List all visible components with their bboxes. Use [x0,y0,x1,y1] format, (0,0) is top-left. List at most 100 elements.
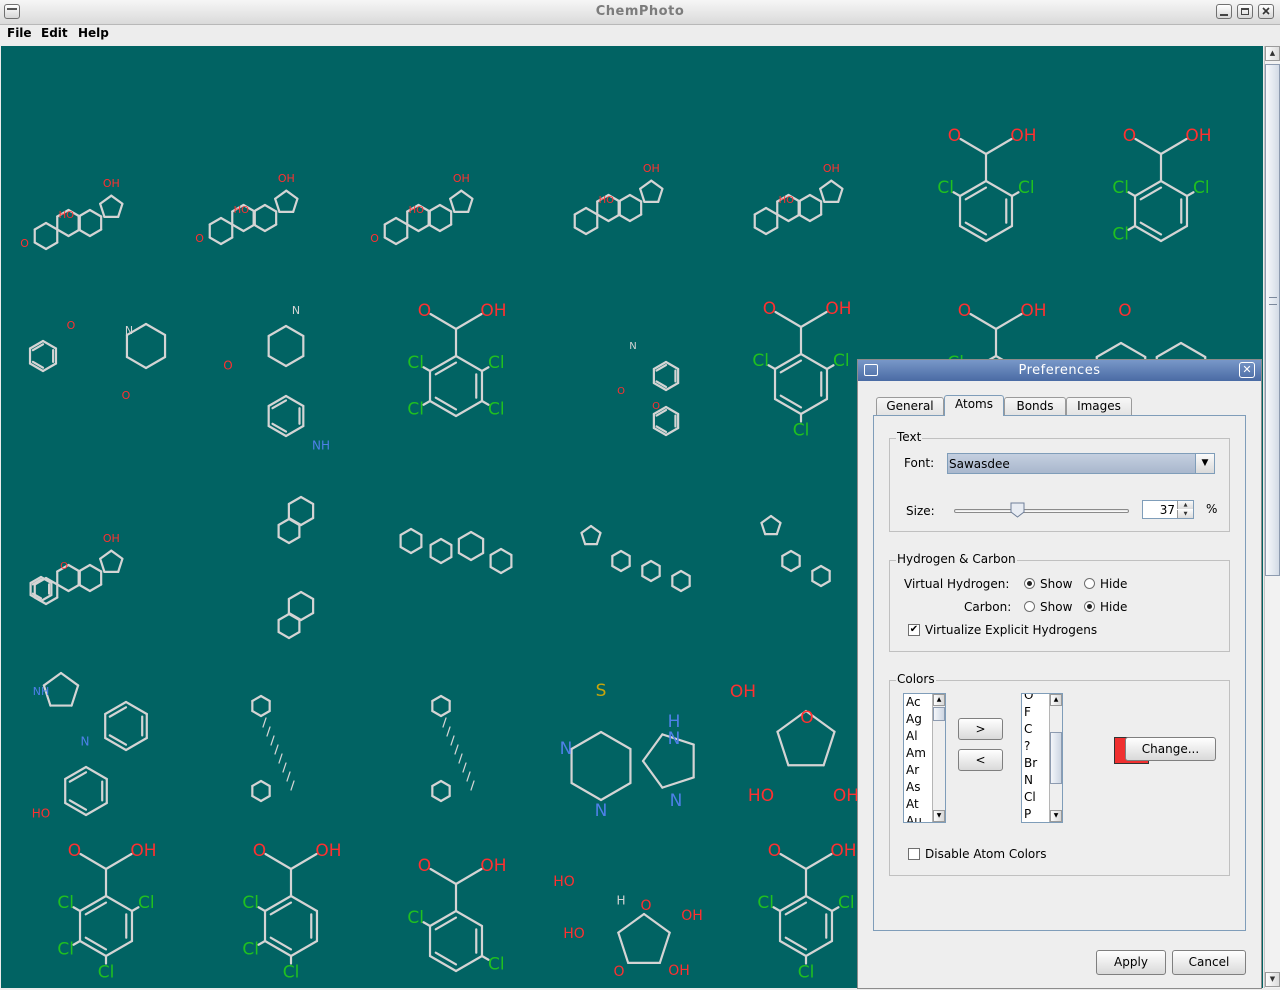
bond-line [778,894,808,913]
bond-line [117,202,124,218]
main-vertical-scrollbar[interactable]: ▲ ▼ [1264,46,1280,988]
bond-line [284,394,305,408]
atom-label: H [616,894,625,908]
bond-line [753,206,768,216]
scroll-down-arrow-icon[interactable]: ▼ [1265,972,1280,987]
list-item[interactable]: Ar [906,762,919,779]
list-item[interactable]: Ac [906,694,921,711]
bond-line [819,179,833,190]
size-slider-track[interactable] [954,509,1129,513]
bond-line [969,312,998,331]
menu-file[interactable]: File [5,26,34,40]
dialog-close-icon[interactable]: ✕ [1239,362,1255,378]
bond-line [679,584,691,593]
scroll-up-arrow-icon[interactable]: ▲ [1050,694,1062,706]
bond-line [837,187,844,203]
bond-line [434,361,458,376]
scroll-down-arrow-icon[interactable]: ▼ [933,810,945,822]
disable-atom-colors-checkbox[interactable] [908,848,920,860]
list-item[interactable]: Br [1024,755,1037,772]
bond-line [470,780,475,791]
scroll-thumb[interactable] [1050,732,1062,784]
bond-line [67,583,81,593]
menu-edit[interactable]: Edit [39,26,70,40]
list-item[interactable]: At [906,796,919,813]
tab-atoms[interactable]: Atoms [944,395,1004,416]
apply-button[interactable]: Apply [1096,950,1166,975]
scroll-up-arrow-icon[interactable]: ▲ [933,694,945,706]
bond-line [99,557,106,573]
atom-label: HO [409,205,425,216]
scroll-up-arrow-icon[interactable]: ▲ [1265,46,1280,61]
bond-line [460,189,474,200]
bond-line [78,939,108,958]
bond-line [596,213,610,223]
list-item[interactable]: F [1024,704,1031,721]
size-slider-thumb[interactable] [1010,502,1025,518]
font-dropdown[interactable]: Sawasdee ▼ [947,453,1215,474]
available-elements-list[interactable]: Ac Ag Al Am Ar As At Au ▲ ▼ [903,693,946,823]
list-item[interactable]: Am [906,745,926,762]
virtual-hydrogen-show-radio[interactable] [1024,578,1035,589]
atom-label: O [418,856,431,876]
bond-line [251,694,263,703]
scroll-down-arrow-icon[interactable]: ▼ [1050,810,1062,822]
scroll-thumb[interactable] [933,707,945,721]
available-list-scrollbar[interactable]: ▲ ▼ [932,694,945,822]
spin-up-icon[interactable]: ▲ [1177,501,1193,509]
change-color-button[interactable]: Change... [1125,737,1216,761]
menu-help[interactable]: Help [76,26,111,40]
bond-line [252,223,267,233]
bond-line [219,216,234,226]
chevron-down-icon[interactable]: ▼ [1195,454,1214,473]
remove-color-button[interactable]: < [958,749,1003,771]
list-item[interactable]: Ag [906,711,922,728]
list-item[interactable]: O [1024,694,1033,704]
add-color-button[interactable]: > [958,718,1003,740]
bond-line [289,852,318,871]
dialog-title-bar[interactable]: Preferences ✕ [858,360,1261,381]
bond-line [1133,179,1163,198]
atom-label: O [20,237,29,250]
virtual-hydrogen-hide-radio[interactable] [1084,578,1095,589]
bond-line [449,197,456,213]
scroll-thumb[interactable] [1265,64,1280,576]
colored-elements-list[interactable]: O F C ? Br N Cl P ▲ ▼ [1021,693,1063,823]
carbon-show-radio[interactable] [1024,601,1035,612]
bond-line [434,916,458,931]
bond-line [774,310,803,329]
list-item[interactable]: ? [1024,738,1030,755]
bond-line [431,779,443,788]
carbon-hide-radio[interactable] [1084,601,1095,612]
bond-line [44,241,59,251]
bond-line [299,590,315,601]
list-item[interactable]: Al [906,728,918,745]
spin-down-icon[interactable]: ▼ [1177,510,1193,518]
bond-line [259,694,271,703]
virtualize-hydrogens-checkbox[interactable]: ✔ [908,624,920,636]
tab-images[interactable]: Images [1066,397,1132,415]
colored-list-scrollbar[interactable]: ▲ ▼ [1049,694,1062,822]
bond-line [286,771,291,782]
list-item[interactable]: C [1024,721,1032,738]
minimize-icon[interactable] [1216,4,1232,19]
bond-line [661,776,695,789]
list-item[interactable]: P [1024,806,1031,822]
bond-line [797,193,812,203]
list-item[interactable]: N [1024,772,1033,789]
tab-bonds[interactable]: Bonds [1004,397,1066,415]
list-item[interactable]: As [906,779,920,796]
size-spinner[interactable]: 37 ▲ ▼ [1142,500,1194,519]
bond-line [117,557,124,573]
bond-line [269,901,293,916]
list-item[interactable]: Cl [1024,789,1036,806]
list-item[interactable]: Au [906,813,922,822]
close-icon[interactable] [1258,4,1274,19]
maximize-icon[interactable] [1237,4,1253,19]
atom-label: S [596,681,607,701]
bond-line [422,921,432,928]
atom-label: NH [33,685,50,698]
tab-general[interactable]: General [876,397,944,415]
bond-line [429,555,443,565]
cancel-button[interactable]: Cancel [1172,950,1246,975]
